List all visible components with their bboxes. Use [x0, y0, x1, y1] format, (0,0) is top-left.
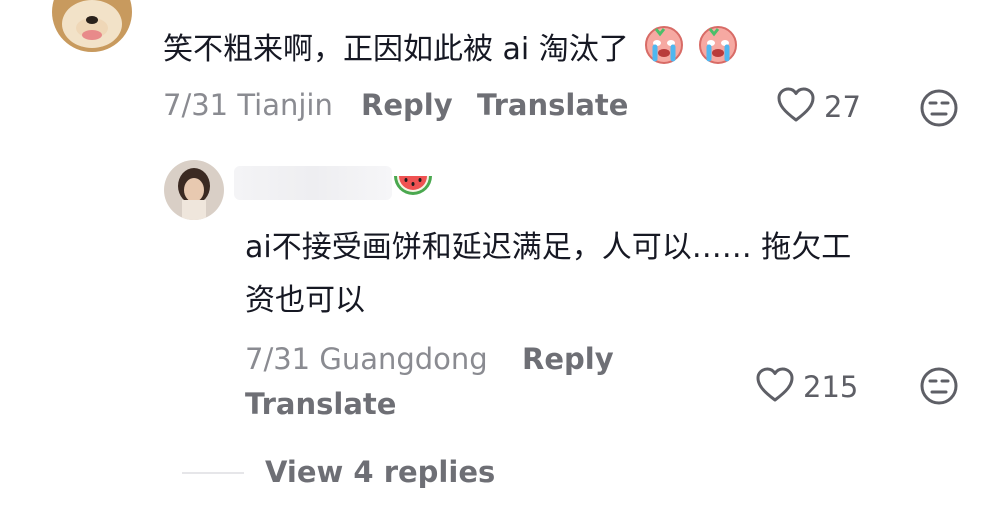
author-name[interactable]	[234, 166, 392, 200]
like-button[interactable]: 215	[755, 366, 858, 408]
watermelon-icon	[392, 172, 434, 208]
translate-button[interactable]: Translate	[477, 88, 628, 122]
avatar[interactable]	[52, 0, 132, 52]
meh-face-icon	[919, 366, 959, 410]
translate-button[interactable]: Translate	[245, 387, 396, 421]
heart-icon	[776, 86, 816, 128]
divider	[182, 472, 244, 474]
like-count: 215	[803, 370, 859, 404]
like-count: 27	[824, 90, 861, 124]
comment-date-location: 7/31 Guangdong	[245, 342, 488, 376]
comment-text: 笑不粗来啊，正因如此被 ai 淘汰了	[163, 21, 740, 82]
comment-date-location: 7/31 Tianjin	[163, 88, 333, 122]
crying-emoji-icon	[642, 21, 686, 82]
comment-text: 资也可以	[245, 283, 365, 318]
avatar[interactable]	[164, 160, 224, 220]
comment-text: ai不接受画饼和延迟满足，人可以…… 拖欠工	[245, 230, 852, 265]
reply-button[interactable]: Reply	[522, 342, 614, 376]
crying-emoji-icon	[696, 21, 740, 82]
view-replies-button[interactable]: View 4 replies	[265, 455, 495, 489]
heart-icon	[755, 366, 795, 408]
meh-face-icon	[919, 88, 959, 132]
like-button[interactable]: 27	[776, 86, 861, 128]
dislike-button[interactable]	[919, 366, 959, 410]
reply-button[interactable]: Reply	[361, 88, 453, 122]
dislike-button[interactable]	[919, 88, 959, 132]
